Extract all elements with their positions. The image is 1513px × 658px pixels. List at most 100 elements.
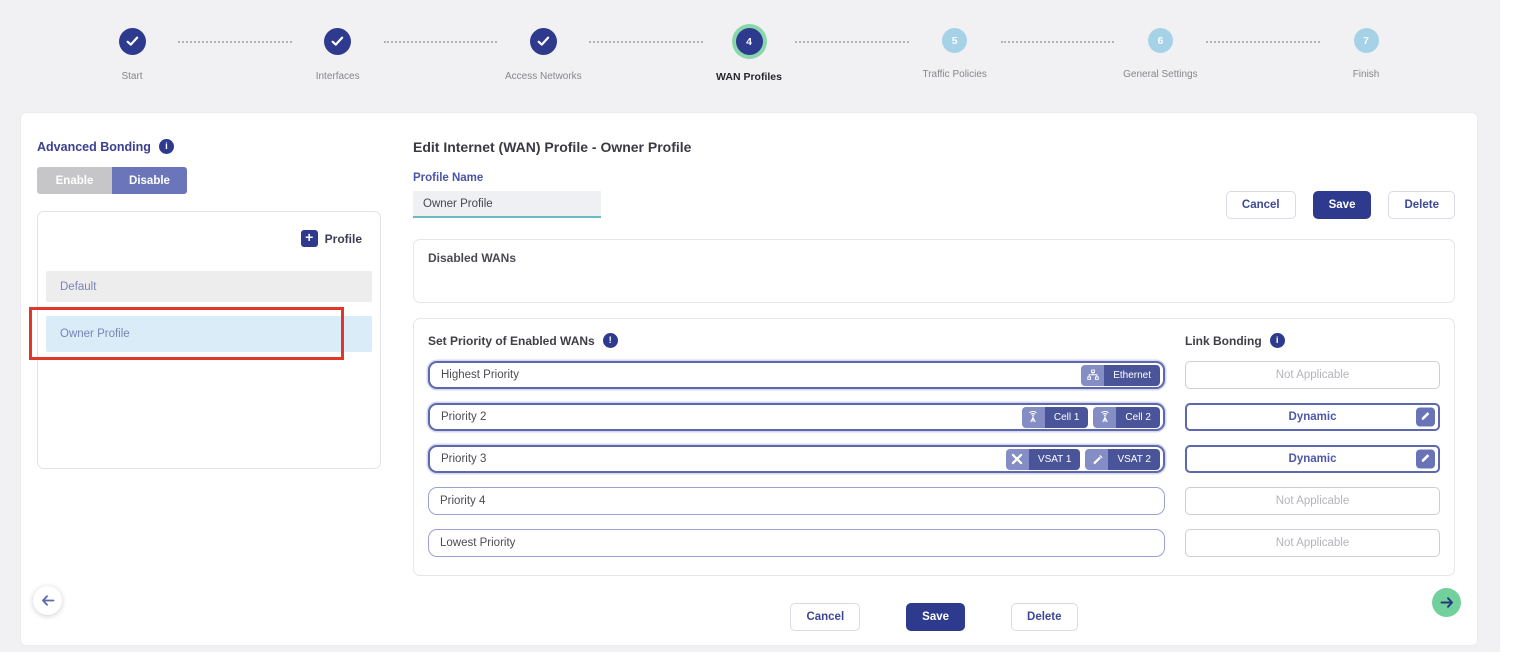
link-bonding-value: Dynamic	[1289, 411, 1337, 423]
arrow-left-icon	[41, 595, 55, 606]
sidebar: Advanced Bonding i Enable Disable + Prof…	[33, 139, 381, 645]
priority-row: Priority 2 Cell 1 Cell 2 Dynamic	[428, 403, 1440, 431]
edit-bonding-button[interactable]	[1416, 450, 1435, 469]
stepper-connector	[589, 41, 703, 43]
vsat-x-icon	[1006, 449, 1029, 470]
priority-section-title: Set Priority of Enabled WANs !	[428, 333, 1165, 348]
wan-tag-label: VSAT 1	[1029, 449, 1081, 470]
cancel-button[interactable]: Cancel	[1226, 191, 1296, 219]
stepper-step-traffic-policies[interactable]: 5 Traffic Policies	[909, 28, 1001, 80]
priority-card-header: Set Priority of Enabled WANs ! Link Bond…	[428, 333, 1440, 348]
pencil-icon	[1420, 452, 1431, 466]
step-circle: 4	[736, 28, 763, 55]
cell-signal-icon	[1022, 407, 1045, 428]
check-icon	[324, 28, 351, 55]
priority-row: Highest Priority Ethernet Not Applicable	[428, 361, 1440, 389]
priority-slot-label: Highest Priority	[441, 369, 519, 381]
info-icon[interactable]: i	[1270, 333, 1285, 348]
priority-slot-label: Priority 2	[441, 411, 486, 423]
delete-button[interactable]: Delete	[1388, 191, 1455, 219]
priority-slot[interactable]: Priority 4	[428, 487, 1165, 515]
save-button[interactable]: Save	[906, 603, 965, 631]
step-label: Interfaces	[316, 71, 360, 82]
step-circle: 5	[942, 28, 967, 53]
priority-slot[interactable]: Highest Priority Ethernet	[428, 361, 1165, 389]
profile-list-card: + Profile Default Owner Profile	[37, 211, 381, 469]
wan-tag-vsat-2[interactable]: VSAT 2	[1085, 449, 1160, 470]
wan-profiles-wizard-page: Start Interfaces Access Networks 4 WAN P…	[0, 0, 1500, 652]
save-button[interactable]: Save	[1313, 191, 1372, 219]
bottom-actions: Cancel Save Delete	[413, 603, 1455, 631]
stepper-step-wan-profiles[interactable]: 4 WAN Profiles	[703, 28, 795, 83]
step-label: WAN Profiles	[716, 71, 782, 83]
stepper-connector	[1001, 41, 1115, 43]
profile-name-input[interactable]	[413, 191, 601, 218]
plus-icon: +	[301, 230, 318, 247]
priority-rows: Highest Priority Ethernet Not Applicable…	[428, 361, 1440, 557]
add-profile-button[interactable]: + Profile	[38, 230, 380, 247]
edit-bonding-button[interactable]	[1416, 408, 1435, 427]
stepper-step-finish[interactable]: 7 Finish	[1320, 28, 1412, 80]
link-bonding-field[interactable]: Dynamic	[1185, 403, 1440, 431]
wan-tag-label: VSAT 2	[1108, 449, 1160, 470]
enable-toggle-button[interactable]: Enable	[37, 167, 112, 194]
link-bonding-value: Not Applicable	[1276, 495, 1350, 507]
stepper-step-interfaces[interactable]: Interfaces	[292, 28, 384, 82]
top-actions: Cancel Save Delete	[1226, 191, 1455, 219]
profile-list-item-owner-profile[interactable]: Owner Profile	[46, 316, 372, 352]
disabled-wans-card: Disabled WANs	[413, 239, 1455, 303]
ethernet-icon	[1081, 365, 1104, 386]
profile-list: Default Owner Profile	[38, 271, 380, 352]
priority-row: Lowest Priority Not Applicable	[428, 529, 1440, 557]
link-bonding-title: Link Bonding i	[1185, 333, 1440, 348]
wan-tags: Ethernet	[1081, 365, 1160, 386]
stepper-connector	[1206, 41, 1320, 43]
link-bonding-field[interactable]: Dynamic	[1185, 445, 1440, 473]
profile-name: Owner Profile	[60, 328, 130, 340]
link-bonding-field: Not Applicable	[1185, 529, 1440, 557]
delete-button[interactable]: Delete	[1011, 603, 1078, 631]
priority-slot[interactable]: Priority 2 Cell 1 Cell 2	[428, 403, 1165, 431]
priority-slot-label: Priority 4	[440, 495, 485, 507]
stepper: Start Interfaces Access Networks 4 WAN P…	[0, 0, 1500, 112]
info-icon[interactable]: i	[159, 139, 174, 154]
step-label: Access Networks	[505, 71, 582, 82]
priority-card: Set Priority of Enabled WANs ! Link Bond…	[413, 318, 1455, 576]
profile-name-label: Profile Name	[413, 172, 1455, 184]
advanced-bonding-heading: Advanced Bonding i	[33, 139, 381, 154]
add-profile-label: Profile	[325, 232, 362, 246]
priority-slot-label: Lowest Priority	[440, 537, 515, 549]
wan-tag-ethernet[interactable]: Ethernet	[1081, 365, 1160, 386]
step-circle: 6	[1148, 28, 1173, 53]
stepper-step-general-settings[interactable]: 6 General Settings	[1114, 28, 1206, 80]
wan-tags: VSAT 1 VSAT 2	[1006, 449, 1160, 470]
profile-list-item-default[interactable]: Default	[46, 271, 372, 302]
next-button[interactable]	[1432, 588, 1461, 617]
back-button[interactable]	[33, 586, 62, 615]
satellite-dish-icon	[1085, 449, 1108, 470]
cancel-button[interactable]: Cancel	[790, 603, 860, 631]
priority-row: Priority 4 Not Applicable	[428, 487, 1440, 515]
priority-slot[interactable]: Priority 3 VSAT 1VSAT 2	[428, 445, 1165, 473]
priority-row: Priority 3 VSAT 1VSAT 2 Dynamic	[428, 445, 1440, 473]
link-bonding-field: Not Applicable	[1185, 487, 1440, 515]
wan-tag-cell-2[interactable]: Cell 2	[1093, 407, 1160, 428]
wan-tag-vsat-1[interactable]: VSAT 1	[1006, 449, 1081, 470]
step-label: Traffic Policies	[922, 69, 986, 80]
link-bonding-value: Dynamic	[1289, 453, 1337, 465]
link-bonding-label: Link Bonding	[1185, 334, 1262, 348]
arrow-right-icon	[1440, 597, 1454, 608]
disable-toggle-button[interactable]: Disable	[112, 167, 187, 194]
wan-tag-cell-1[interactable]: Cell 1	[1022, 407, 1089, 428]
warning-icon[interactable]: !	[603, 333, 618, 348]
wan-tag-label: Ethernet	[1104, 365, 1160, 386]
step-circle: 7	[1354, 28, 1379, 53]
priority-slot[interactable]: Lowest Priority	[428, 529, 1165, 557]
step-label: Start	[121, 71, 142, 82]
wan-tag-label: Cell 2	[1116, 407, 1160, 428]
stepper-connector	[384, 41, 498, 43]
stepper-step-access-networks[interactable]: Access Networks	[497, 28, 589, 82]
main-panel: Edit Internet (WAN) Profile - Owner Prof…	[413, 139, 1455, 645]
link-bonding-value: Not Applicable	[1276, 537, 1350, 549]
stepper-step-start[interactable]: Start	[86, 28, 178, 82]
